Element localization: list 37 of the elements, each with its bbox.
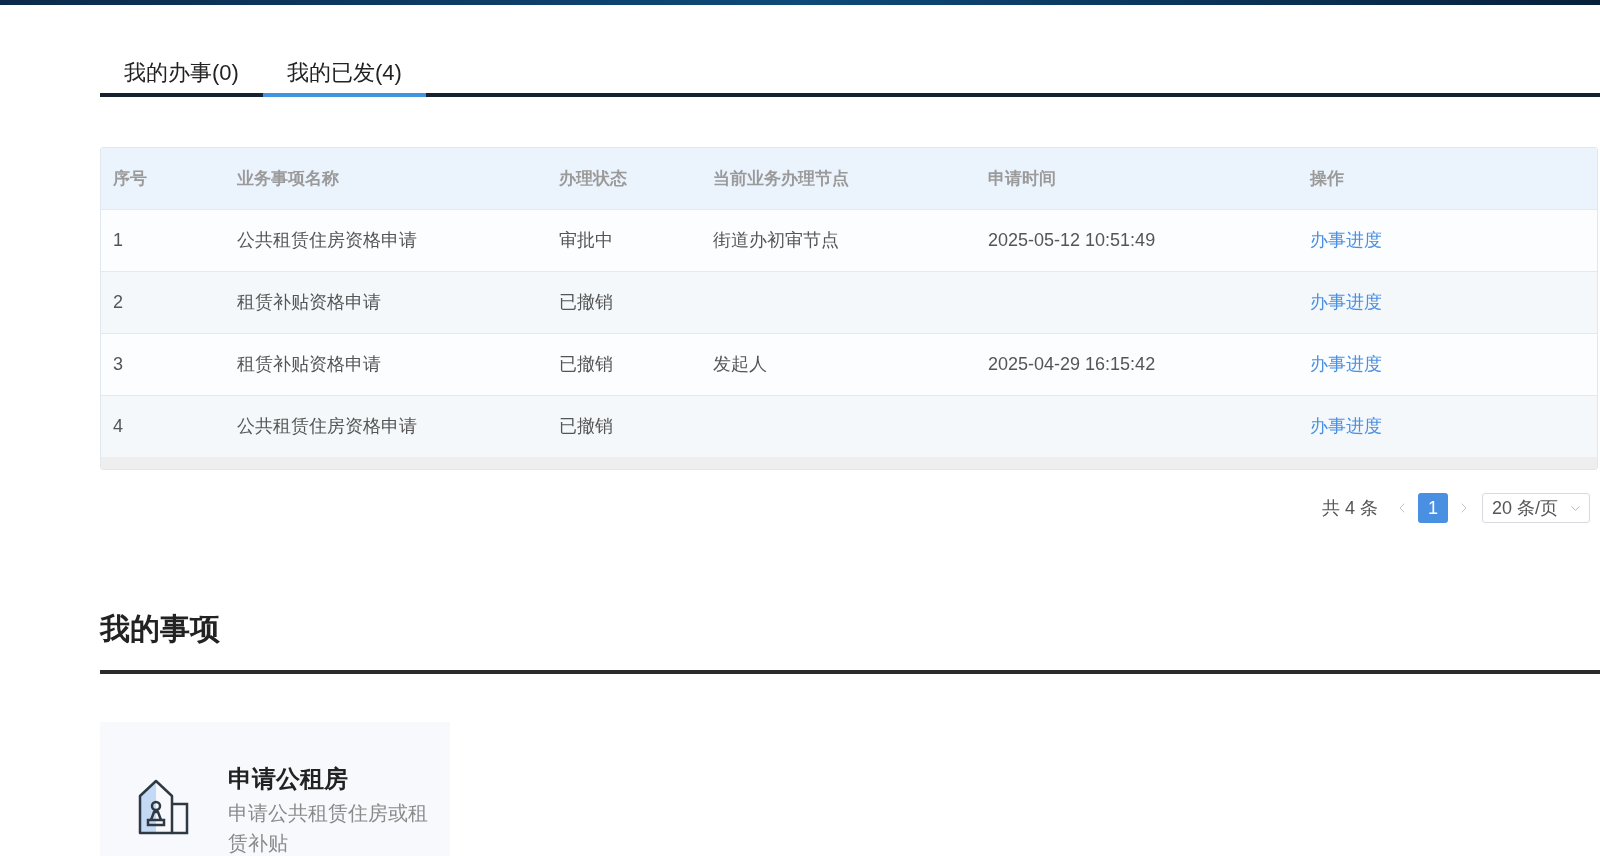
table-cell-text: 已撤销 bbox=[558, 415, 614, 438]
column-header: 当前业务办理节点 bbox=[712, 167, 850, 190]
progress-link[interactable]: 办事进度 bbox=[1310, 416, 1382, 436]
table-cell-text: 4 bbox=[112, 415, 124, 438]
card-title: 申请公租房 bbox=[228, 764, 349, 794]
tab[interactable]: 我的办事(0) bbox=[100, 58, 263, 97]
tab[interactable]: 我的已发(4) bbox=[262, 58, 426, 97]
table-cell-text: 2025-05-12 10:51:49 bbox=[987, 229, 1157, 252]
table-cell-text: 审批中 bbox=[558, 229, 614, 252]
progress-link[interactable]: 办事进度 bbox=[1310, 354, 1382, 374]
column-header: 办理状态 bbox=[558, 167, 628, 190]
page-size-value: 20 条/页 bbox=[1492, 496, 1559, 520]
table-cell-text: 已撤销 bbox=[558, 291, 614, 314]
progress-link[interactable]: 办事进度 bbox=[1310, 230, 1382, 250]
page-number[interactable]: 1 bbox=[1418, 493, 1448, 523]
column-header: 申请时间 bbox=[987, 167, 1057, 190]
table-cell-text: 租赁补贴资格申请 bbox=[236, 353, 382, 376]
page-size-select[interactable]: 20 条/页 bbox=[1482, 493, 1590, 523]
table-cell-text: 公共租赁住房资格申请 bbox=[236, 229, 418, 252]
total-count: 共 4 条 bbox=[1322, 496, 1378, 520]
table-cell-text: 公共租赁住房资格申请 bbox=[236, 415, 418, 438]
column-header: 操作 bbox=[1308, 167, 1345, 190]
house-person-icon bbox=[138, 779, 190, 835]
section-title: 我的事项 bbox=[100, 611, 221, 647]
table-cell-text: 2 bbox=[112, 291, 124, 314]
table-cell-text: 1 bbox=[112, 229, 124, 252]
table-cell-text: 已撤销 bbox=[558, 353, 614, 376]
card-description: 申请公共租赁住房或租赁补贴 bbox=[228, 801, 429, 856]
table-cell-text: 租赁补贴资格申请 bbox=[236, 291, 382, 314]
table-cell-text: 3 bbox=[112, 353, 124, 376]
column-header: 序号 bbox=[112, 167, 148, 190]
column-header: 业务事项名称 bbox=[236, 167, 340, 190]
progress-link[interactable]: 办事进度 bbox=[1310, 292, 1382, 312]
service-card[interactable]: 申请公租房 申请公共租赁住房或租赁补贴 bbox=[100, 722, 450, 856]
table-cell-text: 2025-04-29 16:15:42 bbox=[987, 353, 1157, 376]
table-cell-text: 街道办初审节点 bbox=[712, 229, 840, 252]
table-cell-text: 发起人 bbox=[712, 353, 768, 376]
